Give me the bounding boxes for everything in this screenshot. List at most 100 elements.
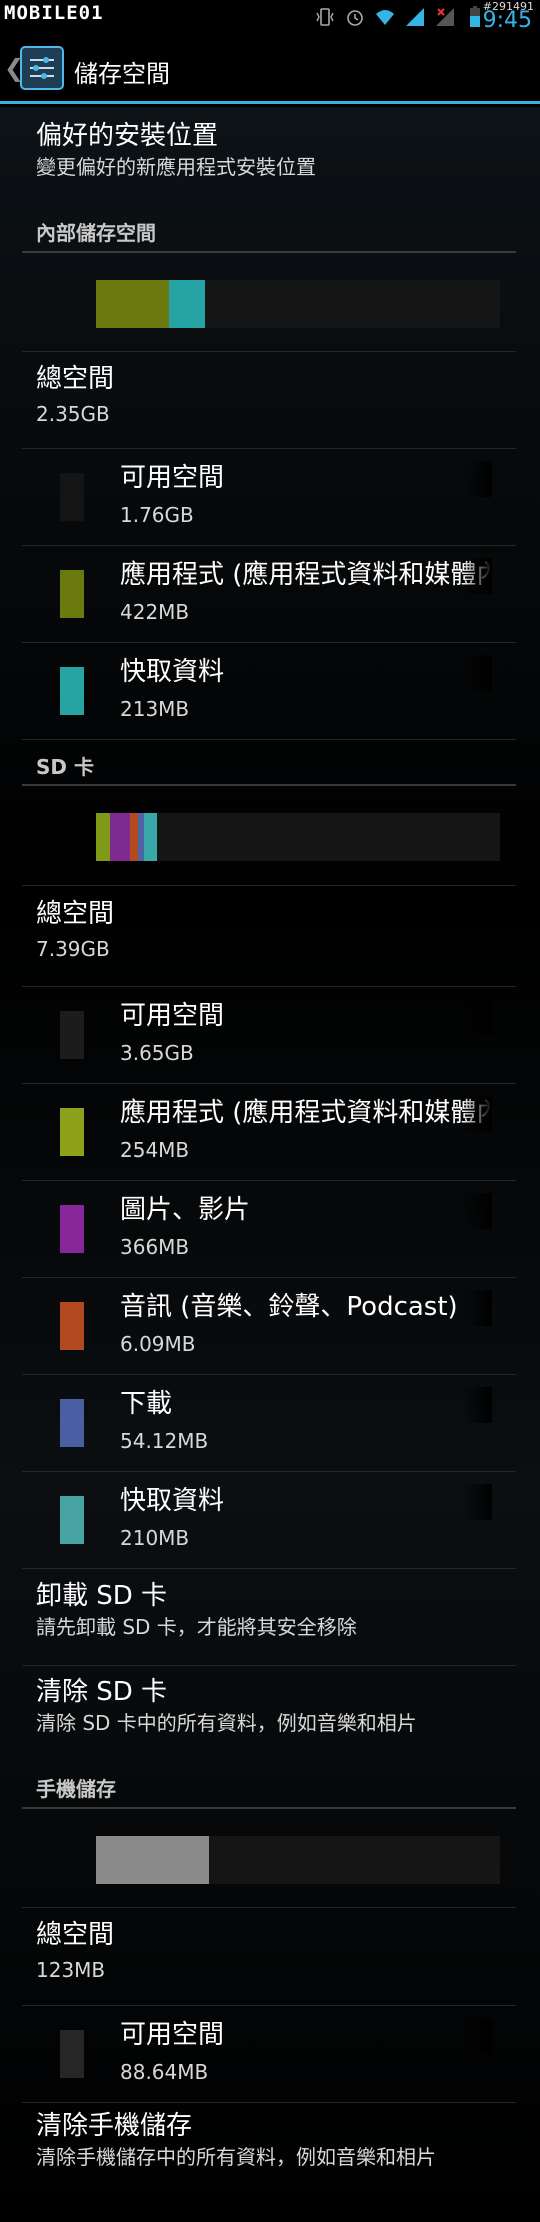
storage-item-size: 210MB bbox=[120, 1526, 190, 1550]
internal-total-space: 總空間 2.35GB bbox=[36, 362, 114, 428]
total-space-title: 總空間 bbox=[36, 1920, 115, 1950]
label-fade bbox=[462, 1193, 492, 1229]
color-swatch bbox=[60, 473, 84, 521]
storage-item[interactable]: 應用程式 (應用程式資料和媒體內容) 254MB bbox=[0, 1084, 540, 1180]
erase-phone-storage-pref[interactable]: 清除手機儲存 清除手機儲存中的所有資料，例如音樂和相片 bbox=[36, 2109, 516, 2171]
storage-item-size: 254MB bbox=[120, 1138, 190, 1162]
phone-total-space: 總空間 123MB bbox=[36, 1918, 114, 1984]
sd-total-space: 總空間 7.39GB bbox=[36, 897, 114, 963]
color-swatch bbox=[60, 1108, 84, 1156]
storage-item-label: 快取資料 bbox=[120, 1486, 225, 1516]
category-divider bbox=[22, 251, 516, 253]
storage-item[interactable]: 快取資料 210MB bbox=[0, 1472, 540, 1568]
storage-item[interactable]: 快取資料 213MB bbox=[0, 643, 540, 739]
total-space-value: 2.35GB bbox=[36, 402, 110, 426]
label-fade bbox=[462, 999, 492, 1035]
bar-segment-used bbox=[96, 1836, 210, 1884]
label-fade bbox=[462, 461, 492, 497]
page-title: 儲存空間 bbox=[74, 60, 170, 88]
storage-item[interactable]: 應用程式 (應用程式資料和媒體內容) 422MB bbox=[0, 546, 540, 642]
divider bbox=[22, 739, 516, 740]
storage-settings-list: 偏好的安裝位置 變更偏好的新應用程式安裝位置 內部儲存空間 總空間 2.35GB… bbox=[0, 107, 540, 2222]
phone-storage-header: 手機儲存 bbox=[36, 1777, 116, 1801]
vibrate-icon bbox=[316, 8, 334, 26]
storage-item-size: 3.65GB bbox=[120, 1041, 194, 1065]
divider bbox=[22, 351, 516, 352]
storage-item-label: 下載 bbox=[120, 1389, 173, 1419]
storage-item-label: 可用空間 bbox=[120, 1001, 225, 1031]
erase-sd-title: 清除 SD 卡 bbox=[36, 1677, 168, 1707]
erase-phone-title: 清除手機儲存 bbox=[36, 2111, 193, 2141]
preferred-install-location-pref[interactable]: 偏好的安裝位置 變更偏好的新應用程式安裝位置 bbox=[36, 119, 316, 181]
erase-sd-summary: 清除 SD 卡中的所有資料，例如音樂和相片 bbox=[36, 1711, 417, 1735]
color-swatch bbox=[60, 1496, 84, 1544]
label-fade bbox=[462, 1290, 492, 1326]
storage-item-label: 可用空間 bbox=[120, 463, 225, 493]
wifi-icon bbox=[376, 10, 394, 25]
storage-item-size: 213MB bbox=[120, 697, 190, 721]
total-space-title: 總空間 bbox=[36, 364, 115, 394]
storage-settings-icon[interactable] bbox=[20, 46, 64, 90]
status-icons bbox=[314, 6, 486, 28]
label-fade bbox=[462, 1484, 492, 1520]
erase-sd-pref[interactable]: 清除 SD 卡 清除 SD 卡中的所有資料，例如音樂和相片 bbox=[36, 1675, 417, 1737]
bar-segment-apps bbox=[96, 813, 111, 861]
storage-item-size: 1.76GB bbox=[120, 503, 194, 527]
storage-item-label: 圖片、影片 bbox=[120, 1195, 251, 1225]
storage-item-label: 音訊 (音樂、鈴聲、Podcast) bbox=[120, 1292, 458, 1322]
bar-segment-apps bbox=[96, 280, 169, 328]
storage-item-size: 54.12MB bbox=[120, 1429, 209, 1453]
storage-item-size: 422MB bbox=[120, 600, 190, 624]
label-fade bbox=[462, 1387, 492, 1423]
storage-item-label: 應用程式 (應用程式資料和媒體內容) bbox=[120, 560, 490, 590]
storage-item-size: 88.64MB bbox=[120, 2060, 209, 2084]
bar-segment-cache bbox=[144, 813, 157, 861]
color-swatch bbox=[60, 1399, 84, 1447]
unmount-sd-summary: 請先卸載 SD 卡，才能將其安全移除 bbox=[36, 1615, 357, 1639]
erase-phone-summary: 清除手機儲存中的所有資料，例如音樂和相片 bbox=[36, 2145, 436, 2169]
sd-usage-bar bbox=[96, 813, 500, 861]
sd-card-header: SD 卡 bbox=[36, 755, 94, 779]
storage-item-label: 可用空間 bbox=[120, 2020, 225, 2050]
storage-item[interactable]: 可用空間 1.76GB bbox=[0, 449, 540, 545]
preferred-install-title: 偏好的安裝位置 bbox=[36, 121, 219, 151]
color-swatch bbox=[60, 1011, 84, 1059]
bar-segment-audio bbox=[130, 813, 139, 861]
alarm-icon bbox=[347, 10, 363, 26]
color-swatch bbox=[60, 2030, 84, 2078]
color-swatch bbox=[60, 1205, 84, 1253]
bar-segment-cache bbox=[168, 280, 206, 328]
storage-item[interactable]: 可用空間 88.64MB bbox=[0, 2006, 540, 2102]
status-bar: MOBILE01 #291491 9:45 bbox=[0, 0, 540, 33]
storage-item[interactable]: 音訊 (音樂、鈴聲、Podcast) 6.09MB bbox=[0, 1278, 540, 1374]
storage-item-size: 366MB bbox=[120, 1235, 190, 1259]
category-divider bbox=[22, 784, 516, 786]
divider bbox=[22, 1665, 516, 1666]
storage-item-size: 6.09MB bbox=[120, 1332, 196, 1356]
storage-item[interactable]: 可用空間 3.65GB bbox=[0, 987, 540, 1083]
unmount-sd-pref[interactable]: 卸載 SD 卡 請先卸載 SD 卡，才能將其安全移除 bbox=[36, 1579, 357, 1641]
divider bbox=[22, 1907, 516, 1908]
total-space-value: 123MB bbox=[36, 1958, 106, 1982]
phone-usage-bar bbox=[96, 1836, 500, 1884]
storage-item[interactable]: 圖片、影片 366MB bbox=[0, 1181, 540, 1277]
total-space-title: 總空間 bbox=[36, 899, 115, 929]
signal-icon bbox=[406, 8, 424, 26]
bar-segment-pictures bbox=[110, 813, 131, 861]
color-swatch bbox=[60, 570, 84, 618]
storage-item[interactable]: 下載 54.12MB bbox=[0, 1375, 540, 1471]
storage-item-label: 快取資料 bbox=[120, 657, 225, 687]
label-fade bbox=[462, 558, 492, 594]
label-fade bbox=[462, 2018, 492, 2054]
divider bbox=[22, 2102, 516, 2103]
action-bar: ❮ 儲存空間 bbox=[0, 32, 540, 104]
internal-storage-header: 內部儲存空間 bbox=[36, 221, 156, 245]
mobile01-logo: MOBILE01 bbox=[4, 2, 104, 24]
color-swatch bbox=[60, 1302, 84, 1350]
label-fade bbox=[462, 655, 492, 691]
divider bbox=[22, 885, 516, 886]
no-signal-icon bbox=[436, 8, 454, 26]
clock: 9:45 bbox=[482, 8, 532, 33]
internal-usage-bar bbox=[96, 280, 500, 328]
storage-item-label: 應用程式 (應用程式資料和媒體內容) bbox=[120, 1098, 490, 1128]
